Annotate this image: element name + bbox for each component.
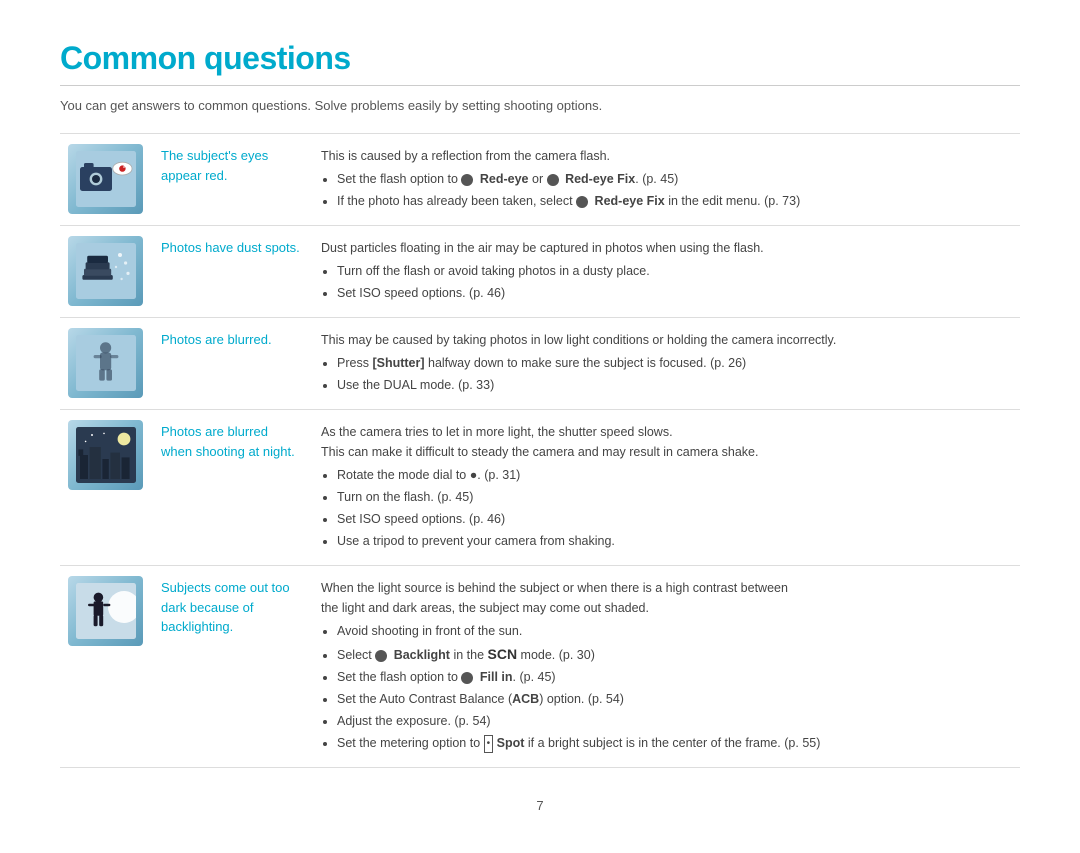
row-label-blurred: Photos are blurred.	[151, 318, 311, 410]
bullet-list: Rotate the mode dial to ●. (p. 31)Turn o…	[321, 465, 1010, 551]
label-text: Subjects come out too dark because of ba…	[161, 580, 290, 634]
bullet-list: Set the flash option to Red-eye or Red-e…	[321, 169, 1010, 211]
content-line: This is caused by a reflection from the …	[321, 146, 1010, 166]
label-text: The subject's eyes appear red.	[161, 148, 268, 183]
content-line: Dust particles floating in the air may b…	[321, 238, 1010, 258]
bullet-item: Set ISO speed options. (p. 46)	[337, 283, 1010, 303]
bullet-item: Use the DUAL mode. (p. 33)	[337, 375, 1010, 395]
bullet-item: Turn off the flash or avoid taking photo…	[337, 261, 1010, 281]
row-label-backlight: Subjects come out too dark because of ba…	[151, 566, 311, 768]
label-text: Photos have dust spots.	[161, 240, 300, 255]
bullet-item: Set ISO speed options. (p. 46)	[337, 509, 1010, 529]
label-text: Photos are blurred.	[161, 332, 272, 347]
content-line: This can make it difficult to steady the…	[321, 442, 1010, 462]
table-row: Subjects come out too dark because of ba…	[60, 566, 1020, 768]
row-content-dust-spots: Dust particles floating in the air may b…	[311, 226, 1020, 318]
content-line: This may be caused by taking photos in l…	[321, 330, 1010, 350]
row-image-backlight	[60, 566, 151, 768]
page-subtitle: You can get answers to common questions.…	[60, 98, 1020, 113]
row-image-blurred	[60, 318, 151, 410]
bullet-item: If the photo has already been taken, sel…	[337, 191, 1010, 211]
row-image-dust-spots	[60, 226, 151, 318]
bullet-list: Turn off the flash or avoid taking photo…	[321, 261, 1010, 303]
content-line: When the light source is behind the subj…	[321, 578, 1010, 598]
title-divider	[60, 85, 1020, 86]
table-row: Photos are blurred. This may be caused by…	[60, 318, 1020, 410]
bullet-item: Use a tripod to prevent your camera from…	[337, 531, 1010, 551]
bullet-item: Turn on the flash. (p. 45)	[337, 487, 1010, 507]
table-row: Photos have dust spots. Dust particles fl…	[60, 226, 1020, 318]
bullet-item: Set the Auto Contrast Balance (ACB) opti…	[337, 689, 1010, 709]
table-row: Photos are blurred when shooting at nigh…	[60, 410, 1020, 566]
content-line: the light and dark areas, the subject ma…	[321, 598, 1010, 618]
row-content-blurred: This may be caused by taking photos in l…	[311, 318, 1020, 410]
bullet-item: Set the metering option to • Spot if a b…	[337, 733, 1010, 753]
bullet-item: Set the flash option to Fill in. (p. 45)	[337, 667, 1010, 687]
row-content-red-eye: This is caused by a reflection from the …	[311, 134, 1020, 226]
row-content-backlight: When the light source is behind the subj…	[311, 566, 1020, 768]
bullet-list: Avoid shooting in front of the sun.Selec…	[321, 621, 1010, 753]
row-label-night-blur: Photos are blurred when shooting at nigh…	[151, 410, 311, 566]
row-image-night-blur	[60, 410, 151, 566]
content-line: As the camera tries to let in more light…	[321, 422, 1010, 442]
bullet-list: Press [Shutter] halfway down to make sur…	[321, 353, 1010, 395]
bullet-item: Set the flash option to Red-eye or Red-e…	[337, 169, 1010, 189]
page-title: Common questions	[60, 40, 1020, 77]
row-image-red-eye	[60, 134, 151, 226]
table-row: The subject's eyes appear red. This is ca…	[60, 134, 1020, 226]
bullet-item: Press [Shutter] halfway down to make sur…	[337, 353, 1010, 373]
row-label-dust-spots: Photos have dust spots.	[151, 226, 311, 318]
bullet-item: Select Backlight in the SCN mode. (p. 30…	[337, 643, 1010, 665]
faq-table: The subject's eyes appear red. This is ca…	[60, 133, 1020, 768]
page-number: 7	[60, 798, 1020, 813]
bullet-item: Adjust the exposure. (p. 54)	[337, 711, 1010, 731]
row-content-night-blur: As the camera tries to let in more light…	[311, 410, 1020, 566]
bullet-item: Rotate the mode dial to ●. (p. 31)	[337, 465, 1010, 485]
bullet-item: Avoid shooting in front of the sun.	[337, 621, 1010, 641]
row-label-red-eye: The subject's eyes appear red.	[151, 134, 311, 226]
label-text: Photos are blurred when shooting at nigh…	[161, 424, 295, 459]
